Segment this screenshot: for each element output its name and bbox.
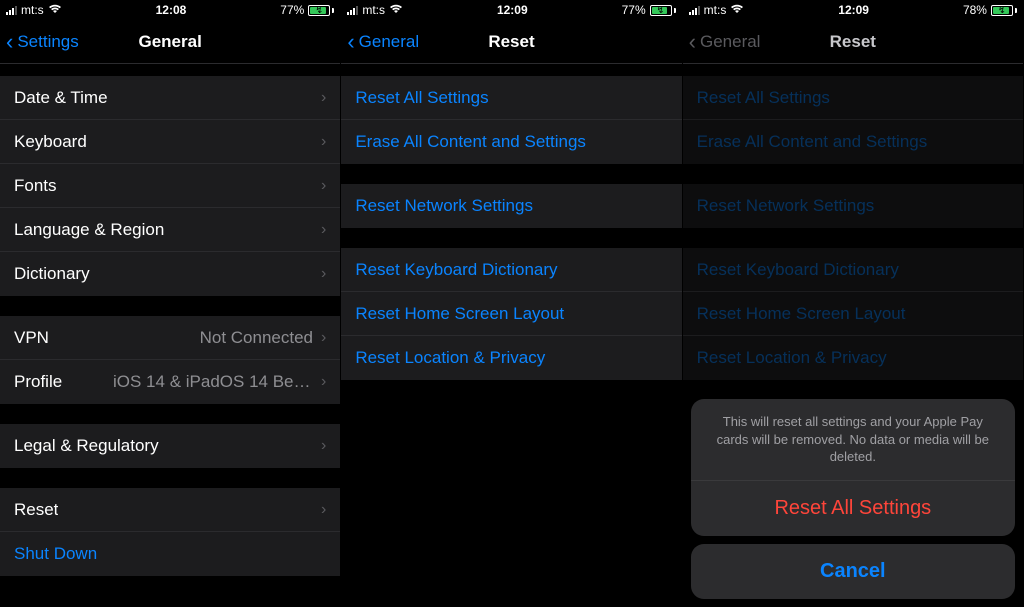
row-reset-location-privacy: Reset Location & Privacy (683, 336, 1023, 380)
carrier-label: mt:s (362, 3, 385, 17)
row-legal-regulatory[interactable]: Legal & Regulatory› (0, 424, 340, 468)
back-label: General (700, 32, 760, 52)
navbar: ‹ Settings General (0, 20, 340, 64)
screen-general: mt:s 12:08 77% ↯ ‹ Settings General Date… (0, 0, 341, 607)
row-reset-home-screen-layout[interactable]: Reset Home Screen Layout (341, 292, 681, 336)
row-fonts[interactable]: Fonts› (0, 164, 340, 208)
back-button: ‹ General (689, 20, 761, 63)
sheet-message: This will reset all settings and your Ap… (691, 399, 1015, 481)
navbar: ‹ General Reset (683, 20, 1023, 64)
row-erase-all-content[interactable]: Erase All Content and Settings (341, 120, 681, 164)
chevron-right-icon: › (321, 373, 326, 391)
wifi-icon (730, 4, 744, 17)
row-reset-keyboard-dictionary: Reset Keyboard Dictionary (683, 248, 1023, 292)
signal-icon (347, 5, 358, 15)
page-title: General (139, 32, 202, 52)
row-date-time[interactable]: Date & Time› (0, 76, 340, 120)
sheet-action-reset-all-settings[interactable]: Reset All Settings (691, 481, 1015, 536)
row-reset-home-screen-layout: Reset Home Screen Layout (683, 292, 1023, 336)
status-bar: mt:s 12:08 77% ↯ (0, 0, 340, 20)
row-keyboard[interactable]: Keyboard› (0, 120, 340, 164)
back-label: General (359, 32, 419, 52)
row-profile[interactable]: ProfileiOS 14 & iPadOS 14 Beta Softwar..… (0, 360, 340, 404)
signal-icon (689, 5, 700, 15)
carrier-label: mt:s (704, 3, 727, 17)
chevron-right-icon: › (321, 133, 326, 151)
row-reset-keyboard-dictionary[interactable]: Reset Keyboard Dictionary (341, 248, 681, 292)
row-reset-network-settings: Reset Network Settings (683, 184, 1023, 228)
row-dictionary[interactable]: Dictionary› (0, 252, 340, 296)
screen-reset-confirm: mt:s 12:09 78% ↯ ‹ General Reset Reset A… (683, 0, 1024, 607)
back-button[interactable]: ‹ Settings (6, 20, 79, 63)
page-title: Reset (488, 32, 534, 52)
back-button[interactable]: ‹ General (347, 20, 419, 63)
row-reset[interactable]: Reset› (0, 488, 340, 532)
reset-list: Reset All Settings Erase All Content and… (341, 64, 681, 607)
clock: 12:08 (156, 3, 187, 17)
chevron-right-icon: › (321, 329, 326, 347)
wifi-icon (48, 4, 62, 17)
chevron-right-icon: › (321, 221, 326, 239)
row-reset-all-settings[interactable]: Reset All Settings (341, 76, 681, 120)
battery-icon: ↯ (650, 5, 676, 16)
row-shut-down[interactable]: Shut Down (0, 532, 340, 576)
status-bar: mt:s 12:09 77% ↯ (341, 0, 681, 20)
clock: 12:09 (497, 3, 528, 17)
settings-list: Date & Time› Keyboard› Fonts› Language &… (0, 64, 340, 607)
sheet-cancel-button[interactable]: Cancel (691, 544, 1015, 599)
row-vpn[interactable]: VPNNot Connected› (0, 316, 340, 360)
page-title: Reset (830, 32, 876, 52)
row-erase-all-content: Erase All Content and Settings (683, 120, 1023, 164)
clock: 12:09 (838, 3, 869, 17)
row-reset-location-privacy[interactable]: Reset Location & Privacy (341, 336, 681, 380)
action-sheet: This will reset all settings and your Ap… (691, 399, 1015, 599)
navbar: ‹ General Reset (341, 20, 681, 64)
battery-percent: 77% (280, 3, 304, 17)
signal-icon (6, 5, 17, 15)
carrier-label: mt:s (21, 3, 44, 17)
chevron-right-icon: › (321, 265, 326, 283)
back-label: Settings (17, 32, 78, 52)
battery-percent: 78% (963, 3, 987, 17)
chevron-right-icon: › (321, 501, 326, 519)
chevron-right-icon: › (321, 437, 326, 455)
row-reset-all-settings: Reset All Settings (683, 76, 1023, 120)
battery-icon: ↯ (308, 5, 334, 16)
battery-percent: 77% (622, 3, 646, 17)
status-bar: mt:s 12:09 78% ↯ (683, 0, 1023, 20)
screen-reset: mt:s 12:09 77% ↯ ‹ General Reset Reset A… (341, 0, 682, 607)
wifi-icon (389, 4, 403, 17)
row-language-region[interactable]: Language & Region› (0, 208, 340, 252)
chevron-right-icon: › (321, 89, 326, 107)
row-reset-network-settings[interactable]: Reset Network Settings (341, 184, 681, 228)
chevron-right-icon: › (321, 177, 326, 195)
battery-icon: ↯ (991, 5, 1017, 16)
